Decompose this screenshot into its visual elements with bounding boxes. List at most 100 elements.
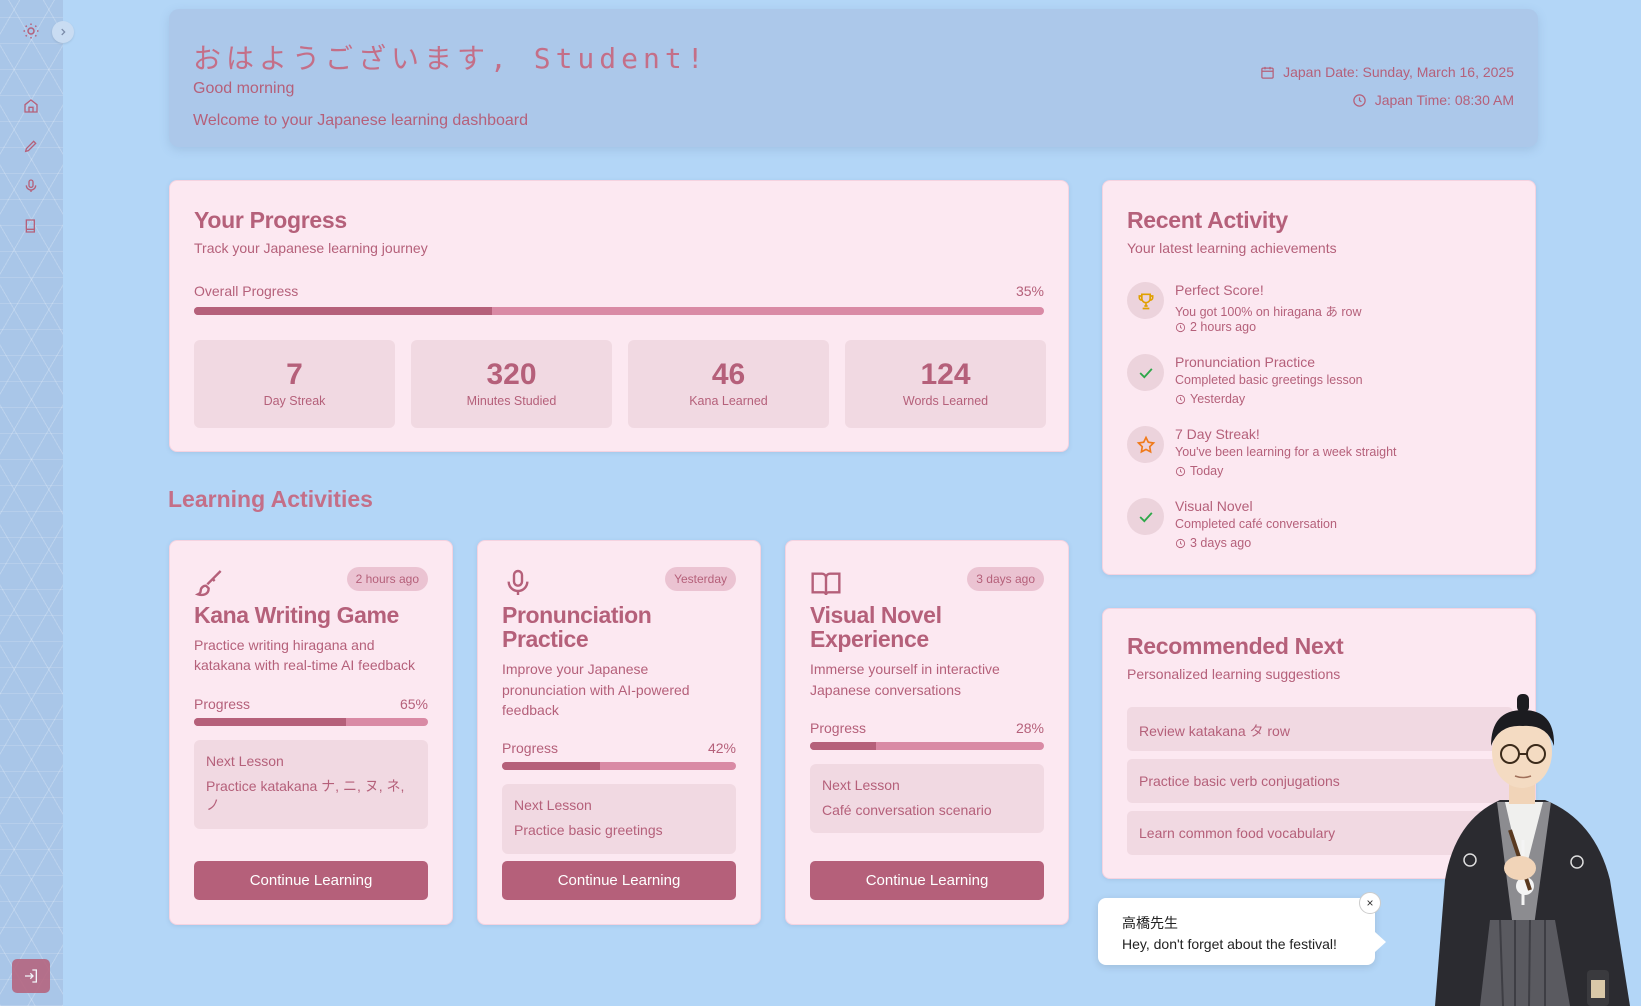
progress-value: 65% — [399, 695, 428, 712]
speech-text: Hey, don't forget about the festival! — [1122, 936, 1337, 952]
progress-card: Your Progress Track your Japanese learni… — [169, 180, 1069, 452]
activity-time-text: 3 days ago — [1190, 536, 1252, 550]
activity-title: Pronunciation Practice — [502, 602, 652, 653]
learning-activities-title: Learning Activities — [168, 486, 373, 512]
activity-item: Pronunciation Practice Completed basic g… — [1127, 354, 1515, 414]
next-lesson-box: Next Lesson Practice katakana ナ, ニ, ヌ, ネ… — [194, 739, 428, 829]
continue-learning-button[interactable]: Continue Learning — [194, 861, 428, 900]
stat-label: Minutes Studied — [466, 394, 557, 408]
activity-item-time: Today — [1175, 464, 1223, 478]
overall-progress-bar — [194, 307, 1044, 315]
header-banner: おはようございます, Student! Good morning Welcome… — [169, 9, 1538, 147]
activity-description: Immerse yourself in interactive Japanese… — [810, 661, 1000, 698]
microphone-icon[interactable] — [21, 176, 41, 196]
activity-item-desc: You've been learning for a week straight — [1175, 445, 1397, 459]
activity-item: Perfect Score! You got 100% on hiragana … — [1127, 282, 1515, 342]
activity-item-time: 3 days ago — [1175, 536, 1251, 550]
clock-icon — [1175, 538, 1186, 548]
clock-icon — [1175, 394, 1186, 404]
continue-learning-button[interactable]: Continue Learning — [502, 861, 736, 900]
close-icon[interactable]: × — [1359, 892, 1381, 914]
clock-icon — [1352, 93, 1366, 107]
welcome-text: Welcome to your Japanese learning dashbo… — [193, 112, 529, 129]
trophy-icon — [1127, 282, 1164, 319]
sidebar — [0, 0, 63, 1006]
clock-icon — [1175, 322, 1186, 332]
greeting-en: Good morning — [193, 80, 295, 97]
next-lesson-label: Next Lesson — [514, 797, 592, 814]
sidebar-toggle-button[interactable] — [52, 21, 74, 43]
greeting-jp: おはようございます, Student! — [193, 42, 709, 75]
activity-item-title: Pronunciation Practice — [1175, 354, 1316, 370]
stat-minutes-studied: 320 Minutes Studied — [411, 340, 612, 428]
pencil-icon[interactable] — [21, 136, 41, 156]
activity-progress-fill — [810, 741, 876, 750]
stat-value: 320 — [486, 358, 537, 391]
recent-activity-title: Recent Activity — [1127, 207, 1288, 233]
japan-date: Japan Date: Sunday, March 16, 2025 — [1260, 64, 1514, 80]
book-icon — [810, 567, 1044, 601]
calendar-icon — [1261, 66, 1274, 79]
activity-description: Practice writing hiragana and katakana w… — [194, 637, 416, 674]
progress-value: 28% — [1015, 719, 1044, 736]
next-lesson-text: Café conversation scenario — [822, 801, 992, 818]
next-lesson-box: Next Lesson Practice basic greetings — [502, 784, 736, 854]
chevron-right-icon — [61, 28, 66, 36]
next-lesson-label: Next Lesson — [206, 752, 284, 769]
check-icon — [1127, 354, 1164, 391]
activity-item-desc: Completed basic greetings lesson — [1175, 373, 1363, 387]
stat-label: Day Streak — [263, 394, 326, 408]
activity-item-title: 7 Day Streak! — [1175, 426, 1260, 442]
activity-progress-bar — [194, 717, 428, 726]
progress-label: Progress — [502, 740, 559, 757]
stat-words-learned: 124 Words Learned — [845, 340, 1046, 428]
progress-label: Progress — [194, 695, 251, 712]
stat-label: Kana Learned — [689, 394, 768, 408]
activity-description: Improve your Japanese pronunciation with… — [502, 661, 690, 718]
progress-value: 42% — [707, 740, 736, 757]
activity-card-kana-writing: 2 hours ago Kana Writing Game Practice w… — [169, 540, 453, 925]
star-icon — [1127, 426, 1164, 463]
activity-title: Kana Writing Game — [194, 602, 399, 628]
brush-icon — [194, 567, 428, 601]
activity-item-desc: You got 100% on hiragana あ row — [1175, 305, 1362, 319]
stat-value: 124 — [920, 358, 971, 391]
progress-label: Progress — [810, 719, 867, 736]
overall-progress-value: 35% — [1015, 283, 1044, 299]
activity-progress-fill — [194, 717, 347, 726]
activity-item-title: Perfect Score! — [1175, 282, 1264, 298]
activity-progress-bar — [502, 762, 736, 771]
activity-item-title: Visual Novel — [1175, 498, 1253, 514]
activity-progress-fill — [502, 762, 601, 771]
activity-time-text: 2 hours ago — [1190, 320, 1257, 334]
next-lesson-box: Next Lesson Café conversation scenario — [810, 763, 1044, 834]
activity-card-visual-novel: 3 days ago Visual Novel Experience Immer… — [785, 540, 1069, 925]
recent-activity-subtitle: Your latest learning achievements — [1127, 240, 1337, 256]
activity-item-desc: Completed café conversation — [1175, 517, 1337, 531]
next-lesson-text: Practice katakana ナ, ニ, ヌ, ネ, ノ — [206, 777, 405, 814]
book-icon[interactable] — [21, 216, 41, 236]
overall-progress-label: Overall Progress — [194, 283, 299, 299]
overall-progress-fill — [194, 307, 492, 315]
login-icon — [25, 969, 37, 983]
logout-button[interactable] — [12, 959, 50, 993]
home-icon[interactable] — [21, 96, 41, 116]
activity-progress-bar — [810, 741, 1044, 750]
japan-date-text: Japan Date: Sunday, March 16, 2025 — [1283, 64, 1514, 80]
recommended-subtitle: Personalized learning suggestions — [1127, 666, 1341, 682]
activity-item-time: Yesterday — [1175, 392, 1245, 406]
check-icon — [1127, 498, 1164, 535]
clock-icon — [1175, 466, 1186, 476]
activity-item-time: 2 hours ago — [1175, 320, 1256, 334]
stat-label: Words Learned — [902, 394, 989, 408]
recommended-title: Recommended Next — [1127, 633, 1344, 659]
microphone-icon — [502, 567, 736, 601]
speaker-name: 高橋先生 — [1122, 915, 1178, 931]
activity-time-text: Yesterday — [1190, 392, 1246, 406]
japan-time-text: Japan Time: 08:30 AM — [1374, 92, 1514, 108]
stat-kana-learned: 46 Kana Learned — [628, 340, 829, 428]
sun-icon[interactable] — [21, 21, 41, 41]
activity-card-pronunciation: Yesterday Pronunciation Practice Improve… — [477, 540, 761, 925]
speech-bubble: 高橋先生 Hey, don't forget about the festiva… — [1098, 892, 1386, 965]
continue-learning-button[interactable]: Continue Learning — [810, 861, 1044, 900]
